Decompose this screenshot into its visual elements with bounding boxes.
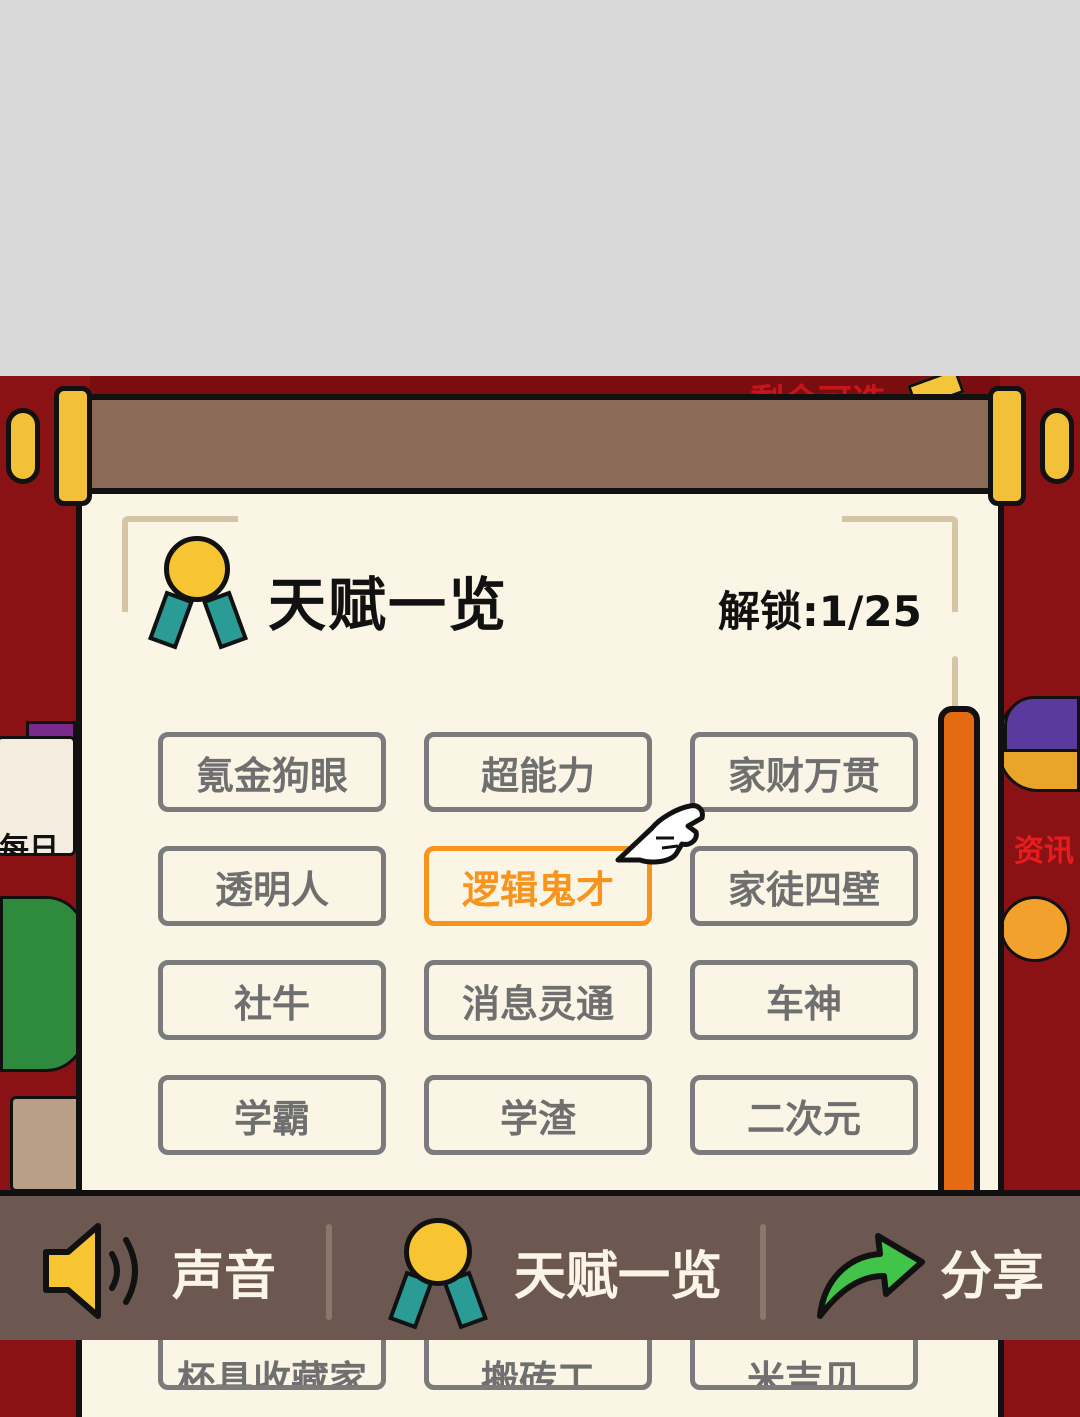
talent-button[interactable]: 学霸 (158, 1075, 386, 1155)
talent-button[interactable]: 车神 (690, 960, 918, 1040)
daily-label: 每日 (0, 832, 59, 856)
pot (10, 1096, 86, 1192)
unlock-counter: 解锁:1/25 (718, 587, 922, 636)
sound-button[interactable]: 声音 (38, 1196, 276, 1346)
share-button[interactable]: 分享 (810, 1196, 1044, 1346)
talent-button[interactable]: 家财万贯 (690, 732, 918, 812)
bottom-toolbar: 声音 天赋一览 分享 (0, 1190, 1080, 1340)
talent-button[interactable]: 社牛 (158, 960, 386, 1040)
talents-label: 天赋一览 (514, 1246, 723, 1307)
talent-button[interactable]: 氪金狗眼 (158, 732, 386, 812)
scroll-top-rod (70, 394, 1010, 494)
character-body (0, 896, 86, 1072)
panel-title: 天赋一览 (268, 571, 509, 639)
share-label: 分享 (940, 1246, 1045, 1307)
news-label: 资讯 (1014, 834, 1074, 869)
scroll-knob-right (988, 386, 1080, 506)
speaker-icon (43, 1223, 138, 1319)
talent-button[interactable]: 学渣 (424, 1075, 652, 1155)
orange-icon (1000, 896, 1070, 962)
pointing-hand-icon (615, 803, 705, 865)
hat-icon (1004, 696, 1080, 752)
news-button[interactable]: 资讯 (998, 696, 1080, 896)
medal-icon (148, 536, 248, 650)
sound-label: 声音 (172, 1246, 277, 1307)
scrollbar-thumb[interactable] (938, 706, 980, 1206)
talent-button[interactable]: 消息灵通 (424, 960, 652, 1040)
talent-button[interactable]: 家徒四壁 (690, 846, 918, 926)
daily-button[interactable]: 每日 (0, 736, 76, 856)
share-arrow-icon (817, 1233, 925, 1319)
talents-button[interactable]: 天赋一览 (388, 1196, 722, 1346)
medal-icon (388, 1216, 488, 1330)
scroll-knob-left (0, 386, 92, 506)
toolbar-divider (326, 1224, 332, 1320)
talent-button[interactable]: 透明人 (158, 846, 386, 926)
talent-button[interactable]: 二次元 (690, 1075, 918, 1155)
toolbar-divider (760, 1224, 766, 1320)
